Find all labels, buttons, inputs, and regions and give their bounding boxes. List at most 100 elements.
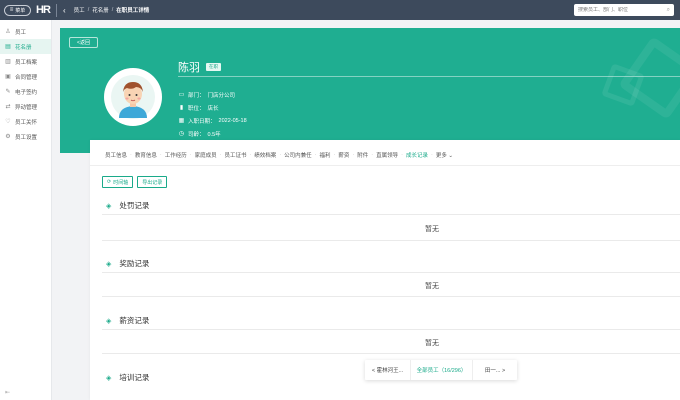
- sidebar-item-label: 员工档案: [15, 59, 38, 66]
- collapse-sidebar-icon[interactable]: ⇤: [5, 389, 10, 396]
- search-icon[interactable]: ⌕: [667, 7, 670, 14]
- menu-button[interactable]: ≡ 菜单: [4, 4, 31, 16]
- sidebar-item-archive[interactable]: ▥ 员工档案: [0, 54, 51, 69]
- return-button[interactable]: <返回: [69, 37, 98, 48]
- tenure-row: ◷ 司龄： 0.5年: [178, 127, 247, 140]
- sidebar-item-esign[interactable]: ✎ 电子签约: [0, 84, 51, 99]
- menu-label: 菜单: [15, 7, 26, 14]
- sidebar-item-label: 花名册: [15, 44, 32, 51]
- position-label: 职位：: [188, 105, 205, 112]
- export-button[interactable]: 导出记录: [137, 176, 168, 188]
- empty-text: 暂无: [425, 283, 439, 290]
- sidebar-item-care[interactable]: ♡ 员工关怀: [0, 114, 51, 129]
- sidebar-item-contract[interactable]: ▣ 合同管理: [0, 69, 51, 84]
- sidebar-item-change[interactable]: ⇄ 异动管理: [0, 99, 51, 114]
- profile-banner: <返回 陈羽 在职 ▭ 部门： 门店分公司 ▮ 职位： 店长 ▦ 入职日期： 2…: [60, 28, 680, 153]
- search-input[interactable]: [578, 7, 658, 13]
- sidebar-item-roster[interactable]: ▤ 花名册: [0, 39, 51, 54]
- tab-employee-info[interactable]: 员工信息: [102, 151, 130, 159]
- breadcrumb-employee[interactable]: 员工: [74, 6, 85, 14]
- chevron-down-icon: ⌄: [448, 153, 453, 159]
- tab-concurrent-post[interactable]: 公司内兼任: [281, 151, 315, 159]
- sidebar-item-employee[interactable]: ♙ 员工: [0, 24, 51, 39]
- tab-attachments[interactable]: 附件: [354, 151, 371, 159]
- tab-work-history[interactable]: 工作经历: [162, 151, 190, 159]
- divider: [102, 296, 680, 297]
- department-icon: ▭: [178, 92, 185, 98]
- hire-date-value: 2022-05-18: [218, 117, 247, 124]
- roster-icon: ▤: [5, 43, 11, 50]
- tab-salary[interactable]: 薪资: [335, 151, 352, 159]
- department-label: 部门：: [188, 92, 205, 99]
- section-title-label: 薪资记录: [119, 316, 150, 325]
- department-row: ▭ 部门： 门店分公司: [178, 88, 247, 101]
- hire-date-label: 入职日期：: [188, 118, 216, 125]
- contract-icon: ▣: [5, 73, 11, 80]
- change-icon: ⇄: [5, 103, 11, 110]
- breadcrumb-separator: /: [87, 7, 90, 13]
- divider: [56, 3, 57, 17]
- employee-name: 陈羽: [178, 62, 200, 74]
- layers-icon: ◈: [106, 202, 112, 210]
- tab-bar: 员工信息 · 教育信息 · 工作经历 · 家庭成员 · 员工证书 · 绩效档案 · 公司内兼…: [102, 151, 456, 159]
- next-employee-button[interactable]: 田一... >: [473, 360, 517, 380]
- empty-text: 暂无: [425, 340, 439, 347]
- calendar-icon: ▦: [178, 118, 185, 124]
- avatar-icon: [111, 75, 155, 119]
- divider: [102, 240, 680, 241]
- employee-pager: < 霍林河王... 全部员工（16/296） 田一... >: [365, 360, 517, 380]
- sidebar-item-label: 异动管理: [15, 104, 38, 111]
- divider: [102, 329, 680, 330]
- layers-icon: ◈: [106, 374, 112, 382]
- all-employees-button[interactable]: 全部员工（16/296）: [411, 360, 473, 380]
- sidebar-item-settings[interactable]: ⚙ 员工设置: [0, 129, 51, 144]
- tab-performance[interactable]: 绩效档案: [251, 151, 279, 159]
- empty-text: 暂无: [425, 226, 439, 233]
- sidebar-item-label: 员工设置: [15, 134, 38, 141]
- sidebar-item-label: 合同管理: [15, 74, 38, 81]
- previous-employee-button[interactable]: < 霍林河王...: [365, 360, 411, 380]
- top-search: ⌕: [574, 4, 674, 16]
- tab-education[interactable]: 教育信息: [132, 151, 160, 159]
- tab-benefits[interactable]: 福利: [317, 151, 334, 159]
- breadcrumb-roster[interactable]: 花名册: [92, 6, 109, 14]
- timeline-button-label: 时间轴: [113, 179, 129, 186]
- layers-icon: ◈: [106, 260, 112, 268]
- section-title-training: ◈ 培训记录: [106, 372, 149, 383]
- tab-more-label: 更多: [435, 153, 447, 159]
- section-title-label: 处罚记录: [119, 201, 150, 210]
- tab-direct-leader[interactable]: 直属领导: [373, 151, 401, 159]
- breadcrumb: 员工 / 花名册 / 在职员工详情: [74, 6, 150, 14]
- section-title-punishment: ◈ 处罚记录: [106, 200, 149, 211]
- clock-icon: ◷: [178, 131, 185, 137]
- sidebar-item-label: 员工: [15, 29, 27, 36]
- tab-family[interactable]: 家庭成员: [192, 151, 220, 159]
- app-logo[interactable]: HR: [36, 3, 51, 17]
- back-icon[interactable]: ‹: [63, 6, 66, 15]
- divider: [90, 165, 680, 166]
- refresh-icon: ⟳: [107, 179, 112, 185]
- action-buttons: ⟳ 时间轴 导出记录: [102, 176, 168, 188]
- position-row: ▮ 职位： 店长: [178, 101, 247, 114]
- position-icon: ▮: [179, 105, 184, 111]
- status-badge: 在职: [206, 63, 221, 71]
- name-row: 陈羽 在职: [178, 59, 221, 75]
- care-icon: ♡: [5, 118, 11, 125]
- tab-growth-record[interactable]: 成长记录: [403, 151, 431, 159]
- person-icon: ♙: [5, 28, 11, 35]
- breadcrumb-current: 在职员工详情: [116, 8, 150, 14]
- section-title-reward: ◈ 奖励记录: [106, 258, 149, 269]
- layers-icon: ◈: [106, 317, 112, 325]
- tab-more[interactable]: 更多 ⌄: [433, 151, 456, 159]
- sidebar-item-label: 员工关怀: [15, 119, 38, 126]
- export-button-label: 导出记录: [142, 179, 163, 186]
- tab-certificates[interactable]: 员工证书: [221, 151, 249, 159]
- divider: [102, 214, 680, 215]
- divider: [102, 353, 680, 354]
- divider: [178, 76, 680, 77]
- hire-date-row: ▦ 入职日期： 2022-05-18: [178, 114, 247, 127]
- menu-icon: ≡: [9, 7, 14, 13]
- timeline-button[interactable]: ⟳ 时间轴: [102, 176, 134, 188]
- breadcrumb-separator: /: [111, 7, 114, 13]
- file-icon: ▥: [5, 58, 11, 65]
